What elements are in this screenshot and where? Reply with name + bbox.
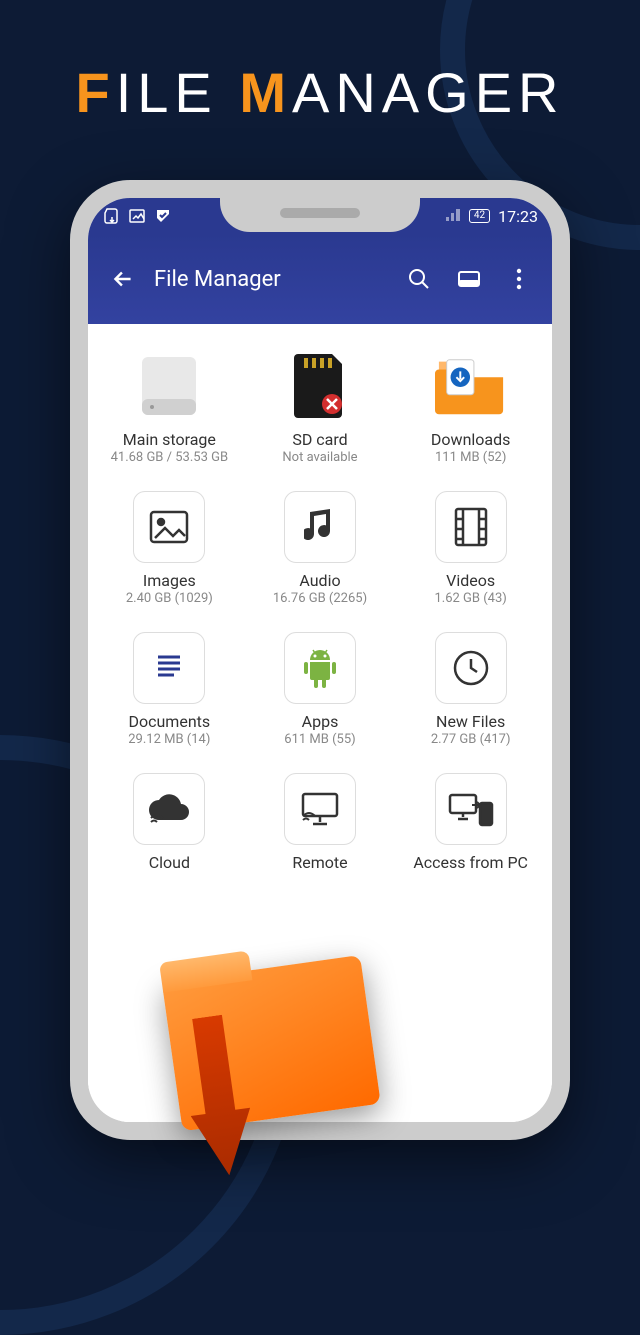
tile-label: Apps [302,712,339,731]
tile-cloud[interactable]: Cloud [98,765,241,881]
film-icon [435,491,507,563]
tile-sub: 41.68 GB / 53.53 GB [111,450,228,465]
tile-new-files[interactable]: New Files 2.77 GB (417) [399,624,542,755]
storage-button[interactable] [456,266,482,292]
tile-access-from-pc[interactable]: Access from PC [399,765,542,881]
app-title: File Manager [154,267,406,292]
tile-sub: 2.40 GB (1029) [126,591,213,606]
tile-label: SD card [292,430,347,449]
app-bar: File Manager [88,234,552,324]
tile-apps[interactable]: Apps 611 MB (55) [249,624,392,755]
tile-sub: 1.62 GB (43) [434,591,506,606]
tile-label: Remote [292,853,347,872]
image-status-icon [128,207,146,225]
download-folder-icon [435,350,507,422]
more-options-button[interactable] [506,266,532,292]
tile-label: Videos [446,571,495,590]
tile-label: Downloads [431,430,510,449]
tile-downloads[interactable]: Downloads 111 MB (52) [399,342,542,473]
images-icon [133,491,205,563]
sd-card-icon [284,350,356,422]
tile-label: Access from PC [413,853,528,872]
tile-label: Images [143,571,196,590]
hard-drive-icon [133,350,205,422]
tile-audio[interactable]: Audio 16.76 GB (2265) [249,483,392,614]
back-button[interactable] [108,264,138,294]
marketing-headline: FILE MANAGER [0,60,640,125]
tile-sub: Not available [282,450,357,465]
tile-sub: 611 MB (55) [284,732,355,747]
monitor-icon [284,773,356,845]
tile-sub: 29.12 MB (14) [128,732,210,747]
tile-sub: 16.76 GB (2265) [273,591,367,606]
document-icon [133,632,205,704]
pc-transfer-icon [435,773,507,845]
promo-folder-graphic [162,949,430,1200]
tile-label: New Files [436,712,505,731]
battery-indicator: 42 [469,209,490,223]
tile-documents[interactable]: Documents 29.12 MB (14) [98,624,241,755]
status-time: 17:23 [498,207,538,226]
tile-sub: 111 MB (52) [435,450,506,465]
sd-card-status-icon [102,207,120,225]
search-button[interactable] [406,266,432,292]
tile-label: Cloud [149,853,190,872]
tile-main-storage[interactable]: Main storage 41.68 GB / 53.53 GB [98,342,241,473]
tile-label: Audio [299,571,340,590]
tile-images[interactable]: Images 2.40 GB (1029) [98,483,241,614]
tile-sub: 2.77 GB (417) [431,732,511,747]
tile-label: Main storage [123,430,216,449]
checkmark-status-icon [154,207,172,225]
tile-videos[interactable]: Videos 1.62 GB (43) [399,483,542,614]
tile-label: Documents [128,712,210,731]
music-note-icon [284,491,356,563]
cloud-icon [133,773,205,845]
signal-icon [445,207,461,226]
clock-icon [435,632,507,704]
android-icon [284,632,356,704]
tile-sd-card[interactable]: SD card Not available [249,342,392,473]
tile-remote[interactable]: Remote [249,765,392,881]
